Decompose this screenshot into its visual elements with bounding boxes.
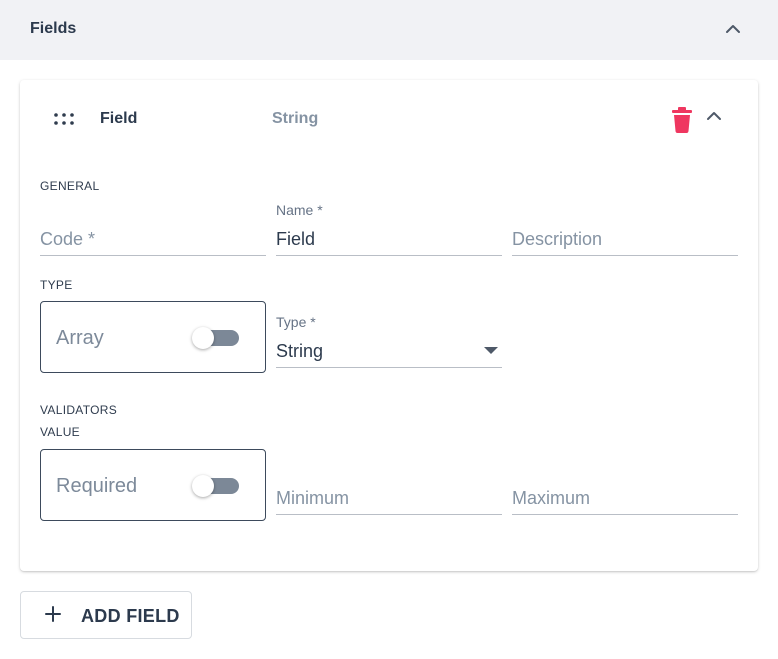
value-subheading: VALUE xyxy=(40,425,80,439)
name-input[interactable]: Name * Field xyxy=(276,202,502,256)
trash-icon[interactable] xyxy=(671,107,693,133)
type-select-value: String xyxy=(276,341,324,361)
required-label: Required xyxy=(56,475,138,497)
code-input[interactable]: Code * xyxy=(40,211,266,256)
description-placeholder: Description xyxy=(512,229,603,249)
section-title: Fields xyxy=(30,20,77,37)
type-heading: TYPE xyxy=(40,278,73,292)
plus-icon xyxy=(45,606,61,622)
array-toggle-box[interactable]: Array xyxy=(40,301,266,373)
field-card: Field String GENERAL Code * Name * Field… xyxy=(20,80,758,571)
array-switch-knob[interactable] xyxy=(192,327,214,349)
chevron-up-icon[interactable] xyxy=(722,18,744,40)
validators-heading: VALIDATORS xyxy=(40,403,118,417)
minimum-placeholder: Minimum xyxy=(276,488,350,508)
fields-section-header[interactable]: Fields xyxy=(0,0,778,60)
name-label: Name * xyxy=(276,202,323,218)
type-select-label: Type * xyxy=(276,314,316,330)
description-input[interactable]: Description xyxy=(512,211,738,256)
dropdown-arrow-icon[interactable] xyxy=(484,347,498,354)
required-toggle-box[interactable]: Required xyxy=(40,449,266,521)
chevron-up-icon[interactable] xyxy=(703,105,725,127)
type-select[interactable]: Type * String xyxy=(276,314,502,368)
drag-handle-icon[interactable] xyxy=(52,112,76,126)
add-field-label: ADD FIELD xyxy=(81,606,180,626)
maximum-input[interactable]: Maximum xyxy=(512,470,738,515)
minimum-input[interactable]: Minimum xyxy=(276,470,502,515)
required-switch-knob[interactable] xyxy=(192,475,214,497)
add-field-button[interactable]: ADD FIELD xyxy=(20,591,192,639)
general-heading: GENERAL xyxy=(40,179,100,193)
field-type-summary: String xyxy=(272,110,319,127)
maximum-placeholder: Maximum xyxy=(512,488,591,508)
array-label: Array xyxy=(56,327,104,349)
field-title: Field xyxy=(100,110,138,127)
name-value: Field xyxy=(276,229,316,249)
code-placeholder: Code * xyxy=(40,229,96,249)
